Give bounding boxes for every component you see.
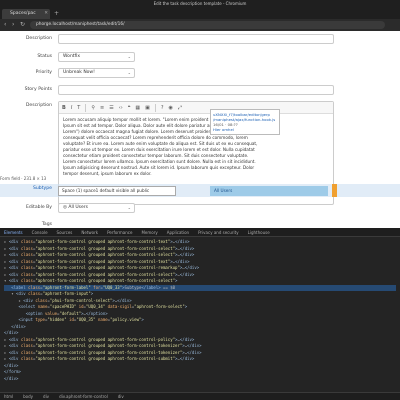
window-title: Edit the task description template - Chr…: [0, 0, 400, 7]
dom-line[interactable]: </div>: [4, 376, 396, 383]
chevron-down-icon: ⌄: [127, 54, 131, 59]
monospace-icon[interactable]: T: [77, 105, 80, 111]
editable-by-label: Editable By: [25, 205, 52, 210]
tooltip-link: uXNXXi_f7/toolbar/editor/gerp /maniphest…: [213, 112, 276, 122]
tab-performance[interactable]: Performance: [107, 228, 132, 236]
tab-privacy[interactable]: Privacy and security: [198, 228, 239, 236]
chevron-down-icon: ⌄: [127, 205, 131, 210]
tooltip-sub: Hier omhel: [213, 127, 234, 132]
priority-select[interactable]: Unbreak Now! ⌄: [58, 68, 135, 78]
editable-by-value: All Users: [68, 205, 88, 210]
crumb-form-control[interactable]: div.aphront-form-control: [59, 393, 108, 400]
page-content: Description Status Wontfix ⌄ Priority Un…: [0, 31, 400, 228]
numbered-list-icon[interactable]: ☰: [109, 105, 113, 111]
crumb-body[interactable]: body: [23, 393, 33, 400]
tags-label: Tags: [41, 222, 52, 227]
tab-lighthouse[interactable]: Lighthouse: [248, 228, 270, 236]
subtype-label: Subtype: [32, 186, 52, 191]
story-points-label: Story Points: [24, 87, 52, 92]
crumb-div[interactable]: div: [43, 393, 49, 400]
subtype-badge: All Users: [210, 186, 328, 196]
toolbar-divider: [85, 103, 87, 112]
tab-application[interactable]: Application: [167, 228, 189, 236]
back-icon[interactable]: ‹: [4, 19, 6, 31]
story-points-input[interactable]: [58, 85, 334, 95]
close-tab-icon[interactable]: ✕: [44, 9, 48, 19]
address-bar: ‹ › ↻ phorge.localhost/maniphest/task/ed…: [0, 19, 400, 31]
bullet-list-icon[interactable]: ≡: [100, 105, 104, 111]
tab-network[interactable]: Network: [81, 228, 98, 236]
browser-tab[interactable]: Spaces/pac ✕: [2, 9, 50, 19]
toolbar-divider: [154, 103, 156, 112]
fullscreen-icon[interactable]: ⤢: [178, 105, 182, 111]
hover-dimension-note: Form field · 231.8 × 13: [0, 176, 47, 181]
forward-icon[interactable]: ›: [12, 19, 14, 31]
new-tab-icon[interactable]: +: [54, 9, 59, 19]
url-input[interactable]: phorge.localhost/maniphest/task/edit/16/: [30, 21, 385, 29]
priority-value: Unbreak Now!: [63, 70, 95, 75]
description-label: Description: [25, 103, 52, 108]
priority-label: Priority: [35, 70, 52, 75]
elements-tree[interactable]: ▸ <div class="aphront-form-control group…: [0, 237, 400, 384]
devtools-breadcrumb: html body div div.aphront-form-control d…: [0, 392, 400, 400]
link-icon[interactable]: ⚲: [91, 105, 95, 111]
tab-console[interactable]: Console: [32, 228, 48, 236]
tab-bar: Spaces/pac ✕ +: [0, 7, 400, 19]
tab-sources[interactable]: Sources: [57, 228, 73, 236]
devtools-tooltip: uXNXXi_f7/toolbar/editor/gerp /maniphest…: [210, 109, 280, 135]
status-label: Status: [37, 54, 52, 59]
reload-icon[interactable]: ↻: [20, 19, 25, 31]
code-icon[interactable]: ‹›: [119, 105, 123, 111]
editor-toolbar: B I T ⚲ ≡ ☰ ‹› ❝ ▦ ▣ ? ◉ ⤢: [59, 102, 333, 114]
devtools-panel: Elements Console Sources Network Perform…: [0, 228, 400, 400]
italic-icon[interactable]: I: [71, 105, 72, 111]
preview-icon[interactable]: ◉: [169, 105, 173, 111]
devtools-tabs: Elements Console Sources Network Perform…: [0, 228, 400, 237]
crumb-html[interactable]: html: [4, 393, 13, 400]
chevron-down-icon: ⌄: [127, 70, 131, 75]
editable-by-select[interactable]: ◎ All Users ⌄: [58, 203, 135, 213]
quote-icon[interactable]: ❝: [128, 105, 131, 111]
help-icon[interactable]: ?: [161, 105, 164, 111]
bold-icon[interactable]: B: [62, 105, 66, 111]
top-field-input[interactable]: [58, 34, 334, 44]
crumb-div-last[interactable]: div: [118, 393, 124, 400]
table-icon[interactable]: ▦: [135, 105, 140, 111]
image-icon[interactable]: ▣: [145, 105, 150, 111]
tab-label: Spaces/pac: [10, 11, 36, 16]
top-field-label: Description: [25, 36, 52, 41]
margin-indicator: [332, 184, 337, 197]
subtype-select[interactable]: Space (1) space1 default visible all pub…: [58, 186, 176, 196]
status-value: Wontfix: [63, 54, 81, 59]
tab-elements[interactable]: Elements: [4, 228, 23, 236]
tab-memory[interactable]: Memory: [141, 228, 157, 236]
status-select[interactable]: Wontfix ⌄: [58, 52, 135, 62]
